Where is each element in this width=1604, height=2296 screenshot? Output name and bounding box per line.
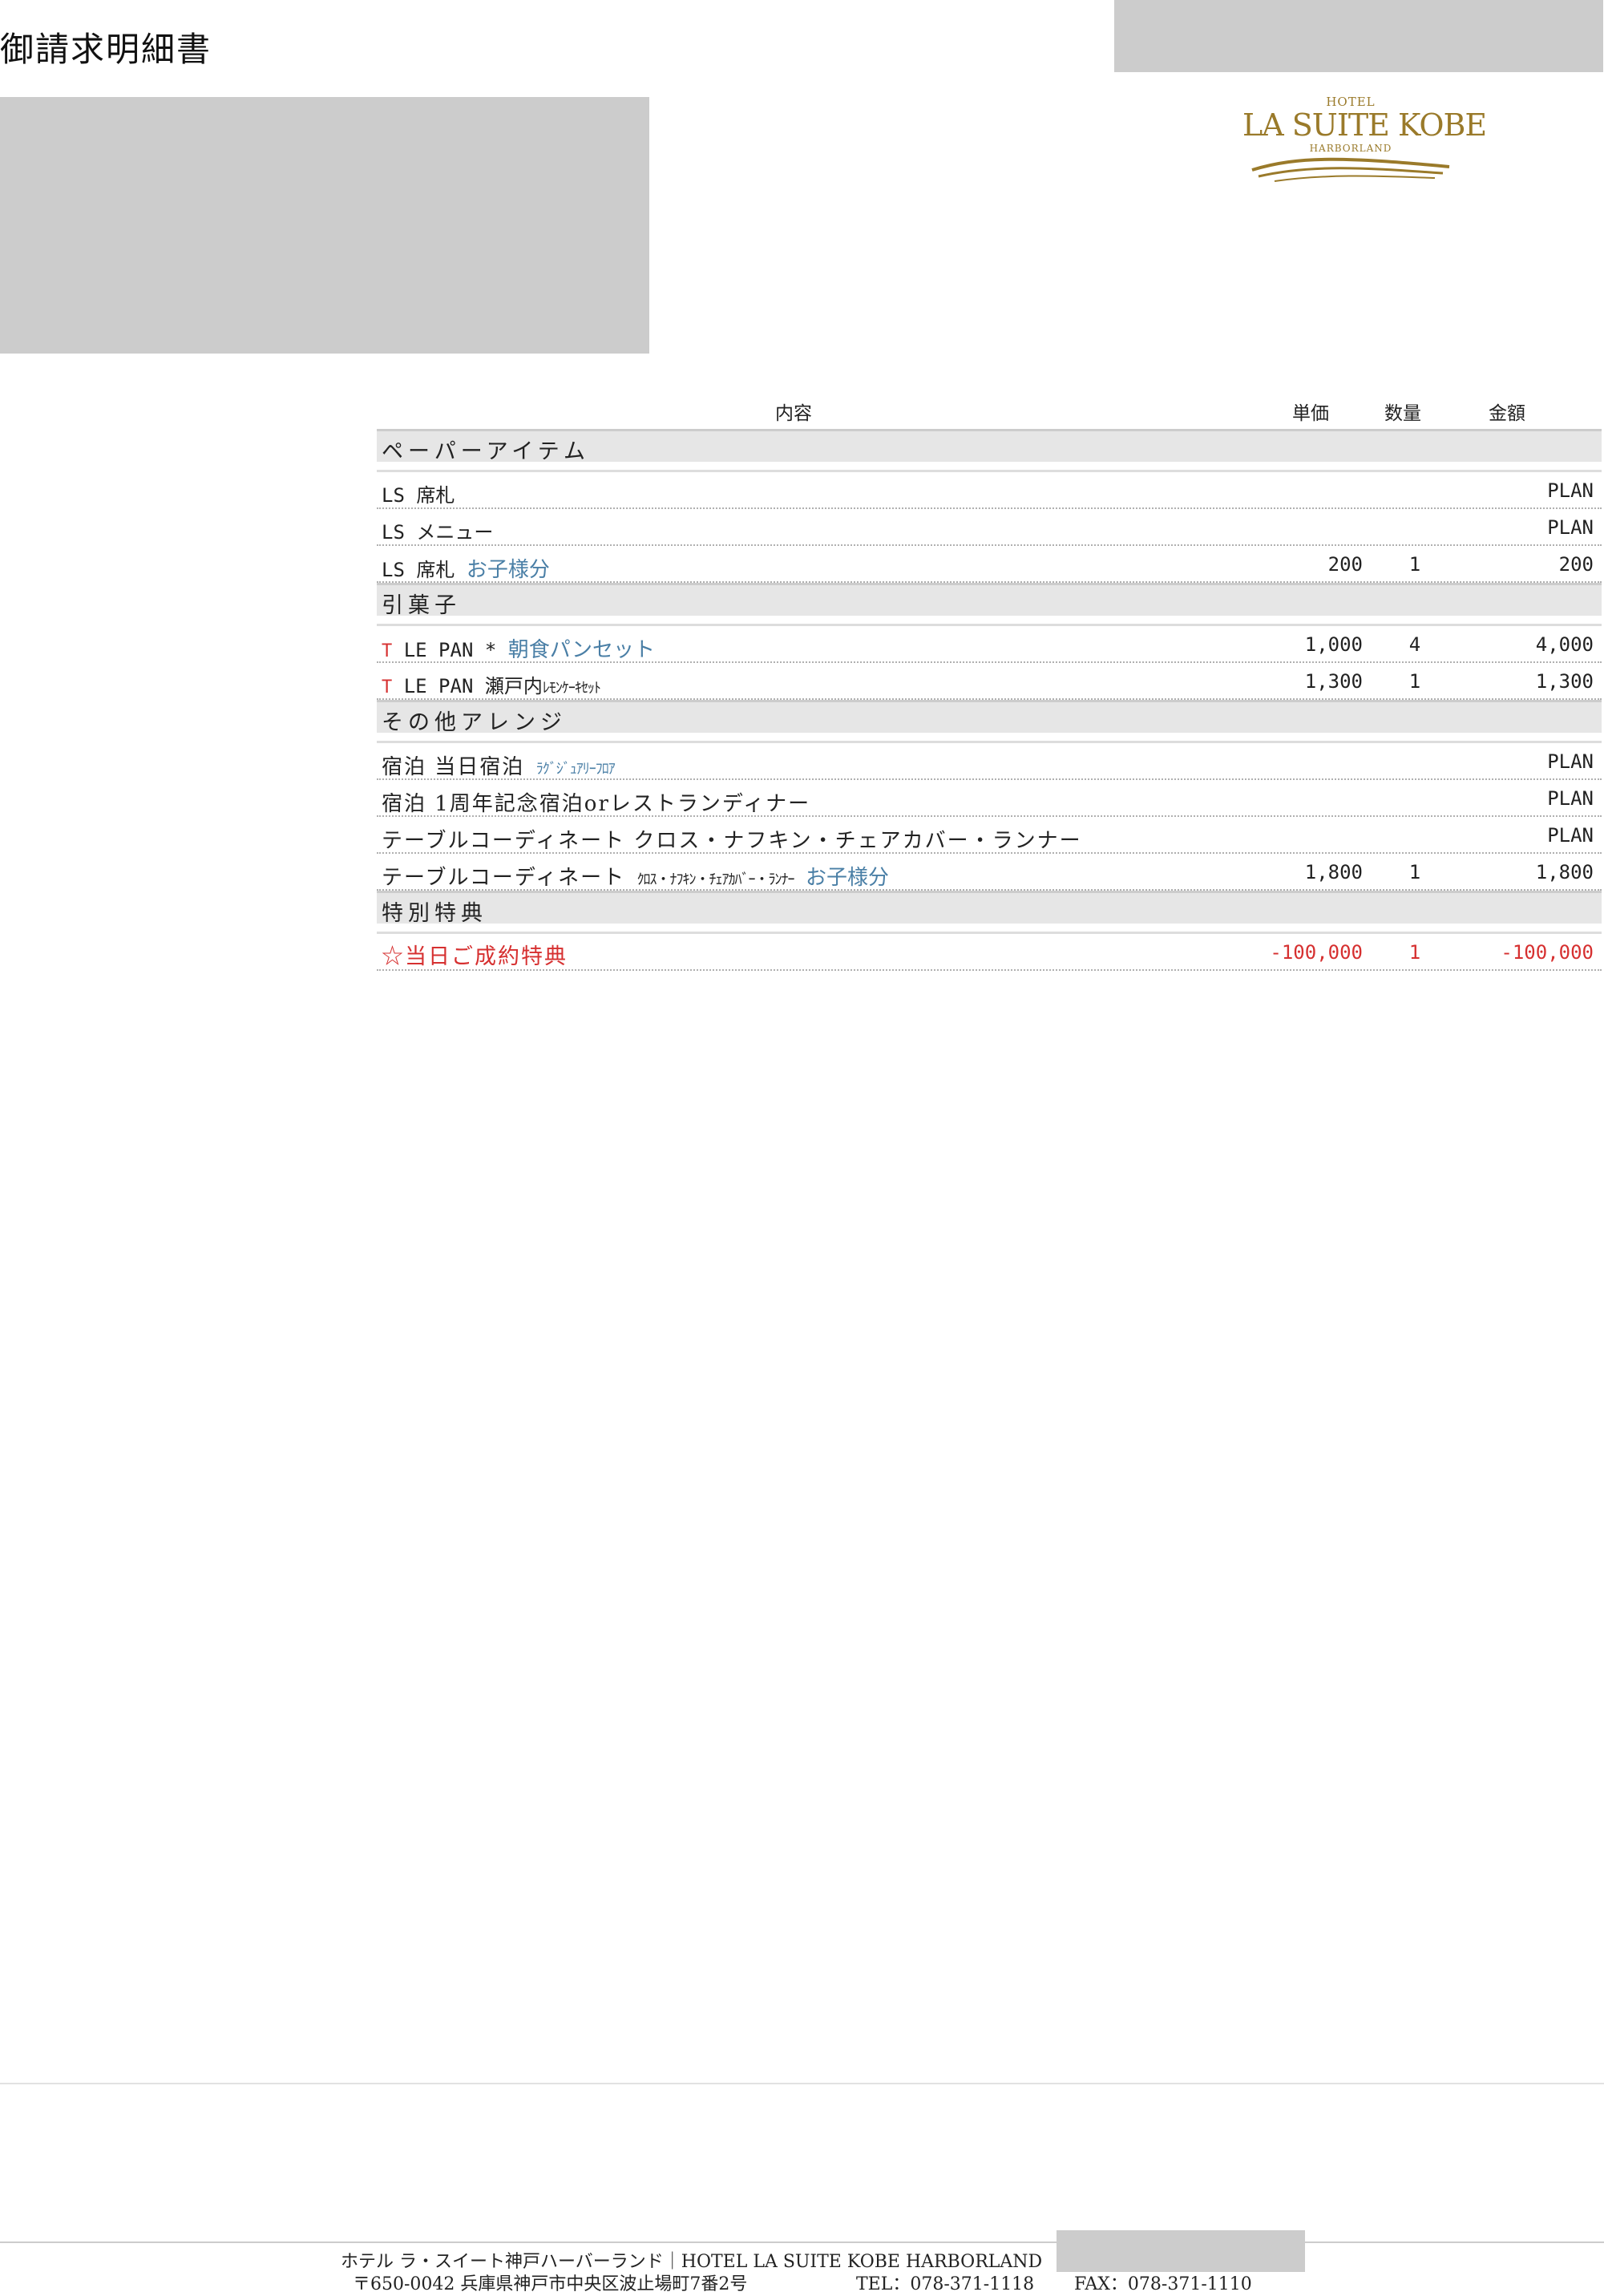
footer-address: 〒650-0042 兵庫県神戸市中央区波止場町7番2号 [353,2274,748,2294]
section-name: その他アレンジ [382,710,567,735]
table-row: LS 席札 PLAN [377,472,1602,509]
section-name: 引菓子 [382,593,461,618]
item-text: LE PAN 瀬戸内 [403,675,543,697]
header-quantity: 数量 [1384,403,1421,424]
logo-wave-icon [1251,157,1450,182]
item-unit-price: 1,800 [1304,861,1363,883]
item-unit-price: 1,000 [1304,633,1363,656]
item-amount: PLAN [1547,516,1594,539]
table-row: ☆当日ご成約特典 -100,000 1 -100,000 [377,934,1602,971]
table-row: テーブルコーディネート ｸﾛｽ・ﾅﾌｷﾝ・ﾁｪｱｶﾊﾞｰ・ﾗﾝﾅｰ お子様分 1… [377,854,1602,891]
item-amount: 1,800 [1535,861,1594,883]
table-row: LS 席札 お子様分 200 1 200 [377,546,1602,583]
section-header: その他アレンジ [377,700,1602,735]
footer-divider [0,2241,1604,2243]
item-note: 朝食パンセット [507,638,656,662]
item-amount: PLAN [1547,824,1594,847]
item-note: ﾗｸﾞｼﾞｭｱﾘｰﾌﾛｱ [535,761,616,778]
redacted-address-block [0,97,649,354]
item-amount: PLAN [1547,479,1594,502]
item-note: ｸﾛｽ・ﾅﾌｷﾝ・ﾁｪｱｶﾊﾞｰ・ﾗﾝﾅｰ [636,871,795,888]
item-text: ☆当日ご成約特典 [382,944,568,969]
item-amount: 200 [1558,553,1594,576]
table-header: 内容 単価 数量 金額 [377,393,1602,429]
item-text: 宿泊 1周年記念宿泊orレストランディナー [382,792,811,816]
item-text: テーブルコーディネート クロス・ナフキン・チェアカバー・ランナー [382,829,1082,853]
item-amount: 1,300 [1535,670,1594,693]
item-unit-price: 200 [1327,553,1363,576]
header-content: 内容 [775,403,812,424]
header-amount: 金額 [1489,403,1525,424]
item-text: LS 席札 [382,484,455,507]
table-row: LS メニュー PLAN [377,509,1602,546]
item-note: お子様分 [466,558,550,582]
section-header: 特別特典 [377,891,1602,926]
document-title: 御請求明細書 [0,30,212,69]
hotel-logo: HOTEL LA SUITE KOBE HARBORLAND [1242,90,1487,186]
item-text: LS メニュー [382,521,494,544]
item-amount: PLAN [1547,787,1594,810]
item-note: ﾚﾓﾝｹｰｷｾｯﾄ [542,680,601,697]
item-prefix-mark: T [382,677,393,697]
table-row: T LE PAN * 朝食パンセット 1,000 4 4,000 [377,626,1602,663]
item-text: 宿泊 当日宿泊 [382,755,525,779]
item-text: LS 席札 [382,559,455,581]
item-amount: 4,000 [1535,633,1594,656]
table-row: 宿泊 当日宿泊 ﾗｸﾞｼﾞｭｱﾘｰﾌﾛｱ PLAN [377,743,1602,780]
logo-name-text: LA SUITE KOBE [1242,107,1487,143]
item-unit-price: -100,000 [1270,941,1363,964]
table-row: T LE PAN 瀬戸内ﾚﾓﾝｹｰｷｾｯﾄ 1,300 1 1,300 [377,663,1602,700]
item-unit-price: 1,300 [1304,670,1363,693]
footer-tel: TEL：078-371-1118 [856,2274,1035,2294]
table-row: テーブルコーディネート クロス・ナフキン・チェアカバー・ランナー PLAN [377,817,1602,854]
item-note-2: お子様分 [806,866,890,890]
redacted-footer-block [1057,2230,1305,2272]
footer-divider [0,2083,1604,2084]
item-text: テーブルコーディネート [382,866,626,890]
footer-fax: FAX：078-371-1110 [1074,2274,1252,2294]
redacted-block [1114,0,1603,72]
item-amount: PLAN [1547,750,1594,773]
item-amount: -100,000 [1501,941,1594,964]
section-divider [377,616,1602,626]
table-row: 宿泊 1周年記念宿泊orレストランディナー PLAN [377,780,1602,817]
section-header: ペーパーアイテム [377,429,1602,464]
section-header: 引菓子 [377,583,1602,618]
section-name: ペーパーアイテム [382,439,590,464]
header-unit-price: 単価 [1292,403,1329,424]
section-divider [377,924,1602,934]
section-name: 特別特典 [382,901,487,926]
item-prefix-mark: T [382,641,393,661]
item-text: LE PAN * [403,639,497,661]
invoice-table: 内容 単価 数量 金額 ペーパーアイテム LS 席札 PLAN LS メニュー … [377,393,1602,971]
